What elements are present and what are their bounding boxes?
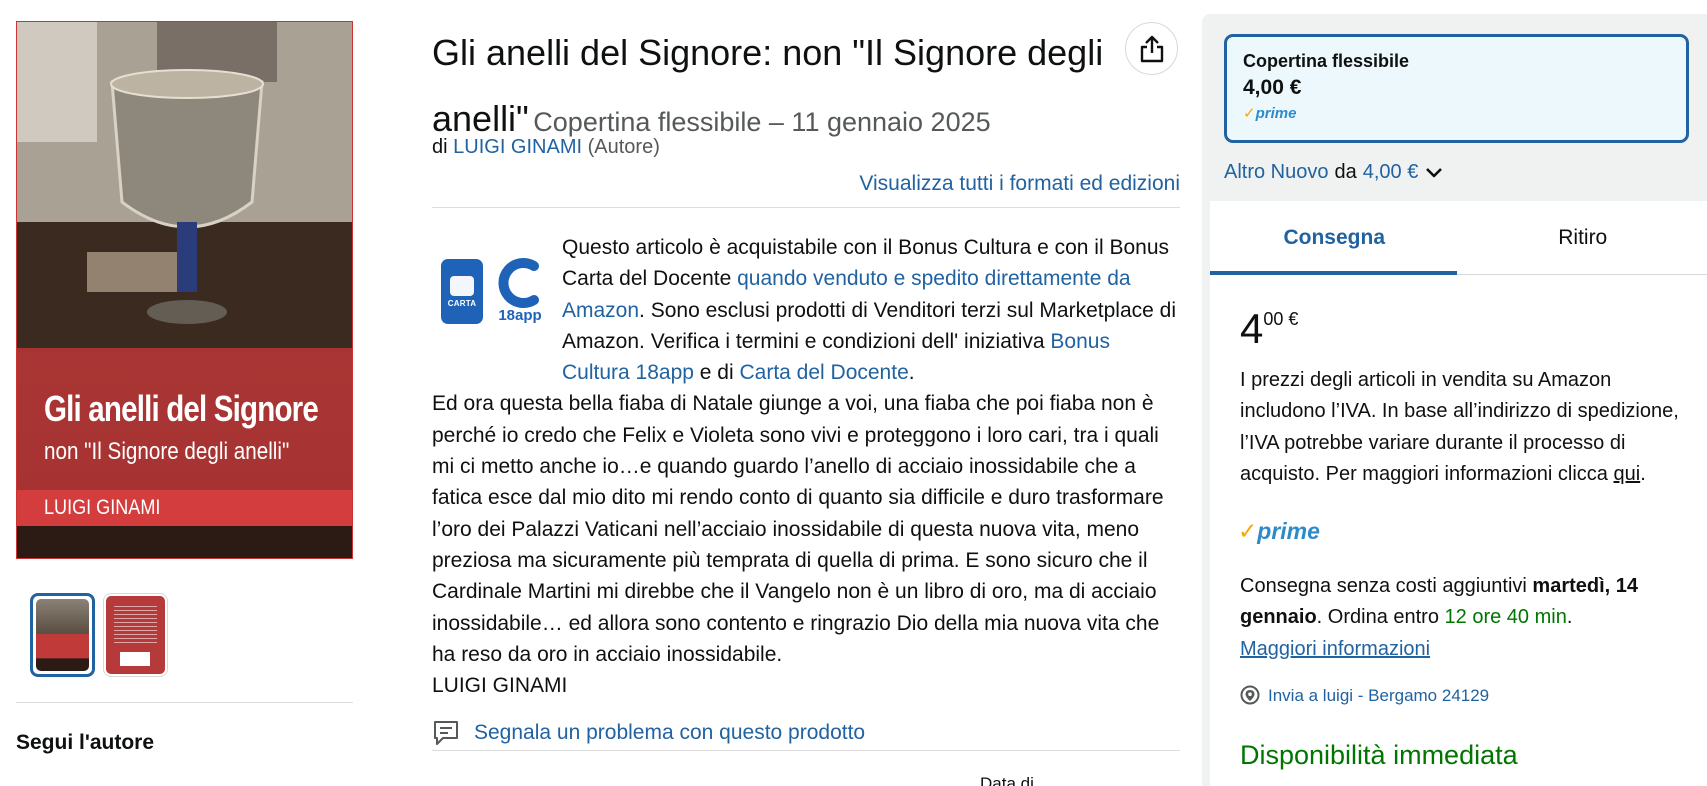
vat-info: I prezzi degli articoli in vendita su Am… xyxy=(1240,365,1685,490)
cover-title: Gli anelli del Signore xyxy=(44,388,319,429)
cover-subtitle: non "Il Signore degli anelli" xyxy=(44,438,290,465)
cover-title-band: Gli anelli del Signore non "Il Signore d… xyxy=(17,348,352,496)
prime-label: prime xyxy=(1255,105,1297,122)
carta-docente-link[interactable]: Carta del Docente xyxy=(739,361,908,384)
barcode-icon xyxy=(120,652,150,666)
availability-status: Disponibilità immediata xyxy=(1240,740,1518,770)
thumbnail-strip xyxy=(30,593,168,677)
byline: di LUIGI GINAMI (Autore) xyxy=(432,136,660,159)
thumbnail-front-cover[interactable] xyxy=(30,593,95,677)
format-name: Copertina flessibile xyxy=(1243,51,1410,71)
other-new-price[interactable]: 4,00 € xyxy=(1363,161,1419,184)
product-format-date: Copertina flessibile – 11 gennaio 2025 xyxy=(533,107,991,137)
report-problem[interactable]: Segnala un problema con questo prodotto xyxy=(432,719,865,747)
active-tab-indicator xyxy=(1210,271,1457,275)
thumbnail-front-image xyxy=(36,599,89,671)
cover-author-band: LUIGI GINAMI xyxy=(17,490,352,526)
bonus-text-4: . xyxy=(908,361,915,385)
bonus-text-indented: Questo articolo è acquistabile con il Bo… xyxy=(432,232,1180,388)
order-countdown: 12 ore 40 min xyxy=(1444,606,1567,629)
vat-here-link[interactable]: qui xyxy=(1614,463,1641,485)
delivery-tabs: Consegna Ritiro xyxy=(1210,201,1707,275)
prime-label-large: prime xyxy=(1257,518,1320,544)
more-info-link[interactable]: Maggiori informazioni xyxy=(1240,638,1430,660)
prime-badge-small: ✓prime xyxy=(1243,104,1670,122)
cover-author: LUIGI GINAMI xyxy=(44,496,161,519)
bottom-divider xyxy=(432,750,1180,751)
delivery-info: Consegna senza costi aggiuntivi martedì,… xyxy=(1240,571,1690,665)
order-within-prefix: . Ordina entro xyxy=(1316,606,1439,629)
tab-consegna[interactable]: Consegna xyxy=(1210,201,1459,275)
report-problem-link[interactable]: Segnala un problema con questo prodotto xyxy=(474,721,865,745)
description-signature: LUIGI GINAMI xyxy=(432,674,568,698)
chalice-photo xyxy=(17,22,352,352)
share-icon xyxy=(1140,35,1163,62)
book-cover-image[interactable]: Gli anelli del Signore non "Il Signore d… xyxy=(16,21,353,559)
follow-author-heading: Segui l'autore xyxy=(16,731,155,754)
prime-check-icon: ✓ xyxy=(1238,518,1258,544)
thumbnail-back-cover[interactable] xyxy=(103,593,168,677)
all-formats-row: Visualizza tutti i formati ed edizioni xyxy=(432,172,1180,196)
byline-prefix: di xyxy=(432,136,448,158)
tab-ritiro[interactable]: Ritiro xyxy=(1459,201,1707,275)
location-pin-icon xyxy=(1240,685,1260,705)
delivery-prefix: Consegna senza costi aggiuntivi xyxy=(1240,575,1527,597)
author-role: (Autore) xyxy=(587,136,660,158)
format-price: 4,00 € xyxy=(1243,76,1302,99)
other-new-label[interactable]: Altro Nuovo xyxy=(1224,161,1329,184)
format-selector-paperback[interactable]: Copertina flessibile 4,00 € ✓prime xyxy=(1224,34,1689,143)
order-within-end: . xyxy=(1566,606,1573,629)
chevron-down-icon[interactable] xyxy=(1424,166,1444,180)
other-new-from: da xyxy=(1334,161,1357,183)
prime-check-icon: ✓ xyxy=(1243,105,1256,122)
ship-to-label[interactable]: Invia a luigi - Bergamo 24129 xyxy=(1268,686,1489,706)
author-link[interactable]: LUIGI GINAMI xyxy=(453,136,582,158)
product-description: Questo articolo è acquistabile con il Bo… xyxy=(432,232,1180,701)
vat-end: . xyxy=(1640,462,1646,485)
back-cover-text-lines xyxy=(114,606,157,646)
left-divider xyxy=(16,702,353,703)
price-whole: 4 xyxy=(1240,305,1264,352)
price-fraction: 00 € xyxy=(1263,309,1299,329)
share-button[interactable] xyxy=(1125,22,1178,75)
buybox-price: 400 € xyxy=(1240,305,1298,353)
other-new-offers[interactable]: Altro Nuovo da 4,00 € xyxy=(1224,161,1444,184)
bonus-text-3: e di xyxy=(699,361,734,385)
prime-badge: ✓prime xyxy=(1238,518,1320,545)
report-comment-icon xyxy=(434,721,458,745)
cover-bottom-strip xyxy=(17,526,352,558)
all-formats-link[interactable]: Visualizza tutti i formati ed edizioni xyxy=(859,172,1180,195)
center-divider xyxy=(432,207,1180,208)
description-text: Ed ora questa bella fiaba di Natale giun… xyxy=(432,392,1164,666)
thumbnail-back-image xyxy=(106,596,165,674)
ship-to[interactable]: Invia a luigi - Bergamo 24129 xyxy=(1240,685,1489,707)
detail-date-label: Data di xyxy=(980,774,1034,786)
